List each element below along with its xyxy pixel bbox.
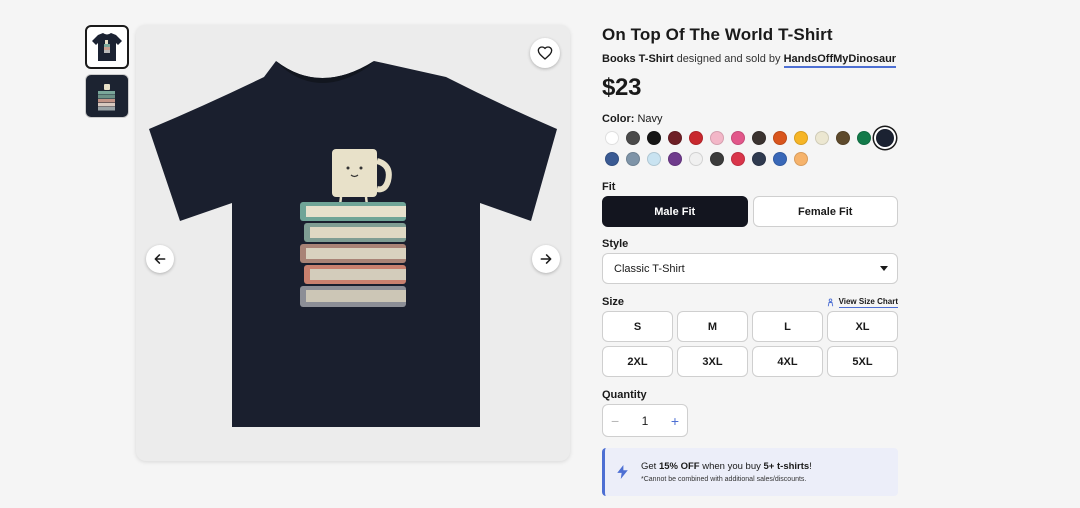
color-swatch[interactable]: [626, 131, 640, 145]
selected-color: Navy: [637, 113, 663, 125]
next-image-button[interactable]: [532, 245, 560, 273]
style-select-value: Classic T-Shirt: [614, 262, 685, 275]
size-l-button[interactable]: L: [752, 311, 823, 342]
color-swatch[interactable]: [794, 131, 808, 145]
product-type-link[interactable]: Books T-Shirt: [602, 53, 674, 65]
promo-main-text: Get 15% OFF when you buy 5+ t-shirts!: [641, 461, 812, 472]
color-swatch[interactable]: [794, 152, 808, 166]
promo-suffix: !: [809, 461, 812, 472]
color-swatch[interactable]: [815, 131, 829, 145]
promo-banner: Get 15% OFF when you buy 5+ t-shirts! *C…: [602, 448, 898, 496]
size-m-button[interactable]: M: [677, 311, 748, 342]
thumbnail-shirt[interactable]: [85, 25, 129, 69]
size-options: S M L XL 2XL 3XL 4XL 5XL: [602, 311, 898, 377]
byline-text: designed and sold by: [673, 53, 784, 65]
product-byline: Books T-Shirt designed and sold by Hands…: [602, 53, 898, 68]
thumbnail-list: [85, 25, 129, 123]
color-label: Color: Navy: [602, 113, 898, 125]
product-details: On Top Of The World T-Shirt Books T-Shir…: [602, 25, 898, 496]
caret-down-icon: [880, 266, 888, 271]
favorite-button[interactable]: [530, 38, 560, 68]
previous-image-button[interactable]: [146, 245, 174, 273]
color-label-text: Color:: [602, 113, 635, 125]
quantity-increase-button[interactable]: +: [671, 413, 679, 429]
color-swatch[interactable]: [752, 131, 766, 145]
color-swatch[interactable]: [710, 152, 724, 166]
color-swatch[interactable]: [605, 131, 619, 145]
color-swatch[interactable]: [731, 152, 745, 166]
thumbnail-design-image: [98, 84, 115, 111]
male-fit-button[interactable]: Male Fit: [602, 196, 748, 227]
color-swatch[interactable]: [876, 129, 894, 147]
fit-options: Male Fit Female Fit: [602, 196, 898, 227]
fit-label: Fit: [602, 181, 616, 193]
female-fit-button[interactable]: Female Fit: [752, 196, 898, 227]
size-header: Size View Size Chart: [602, 296, 898, 308]
color-swatch[interactable]: [857, 131, 871, 145]
product-image-gallery: [136, 25, 570, 461]
promo-threshold: 5+ t-shirts: [763, 461, 810, 472]
color-swatch[interactable]: [689, 152, 703, 166]
artist-link[interactable]: HandsOffMyDinosaur: [783, 53, 897, 68]
size-s-button[interactable]: S: [602, 311, 673, 342]
promo-prefix: Get: [641, 461, 659, 472]
color-swatch[interactable]: [773, 131, 787, 145]
size-3xl-button[interactable]: 3XL: [677, 346, 748, 377]
color-swatch[interactable]: [689, 131, 703, 145]
promo-middle: when you buy: [699, 461, 764, 472]
quantity-value[interactable]: 1: [642, 414, 649, 428]
product-image: [149, 61, 557, 427]
color-swatch[interactable]: [752, 152, 766, 166]
color-swatch[interactable]: [773, 152, 787, 166]
promo-text: Get 15% OFF when you buy 5+ t-shirts! *C…: [641, 461, 812, 483]
person-icon: [827, 297, 833, 306]
size-xl-button[interactable]: XL: [827, 311, 898, 342]
color-swatch[interactable]: [710, 131, 724, 145]
product-price: $23: [602, 74, 642, 101]
view-size-chart-text: View Size Chart: [838, 296, 898, 308]
color-swatch[interactable]: [626, 152, 640, 166]
lightning-icon: [617, 465, 628, 479]
color-swatch[interactable]: [668, 131, 682, 145]
color-swatch[interactable]: [836, 131, 850, 145]
quantity-label: Quantity: [602, 389, 647, 401]
thumbnail-shirt-image: [92, 33, 122, 61]
quantity-decrease-button[interactable]: −: [611, 413, 619, 429]
promo-discount: 15% OFF: [658, 461, 700, 472]
promo-note: *Cannot be combined with additional sale…: [641, 476, 807, 483]
size-2xl-button[interactable]: 2XL: [602, 346, 673, 377]
color-swatches: [605, 129, 898, 166]
color-swatch[interactable]: [605, 152, 619, 166]
view-size-chart-link[interactable]: View Size Chart: [826, 297, 898, 308]
size-label: Size: [602, 296, 625, 308]
heart-icon: [537, 46, 553, 60]
style-select[interactable]: Classic T-Shirt: [602, 253, 898, 284]
style-label: Style: [602, 238, 629, 250]
quantity-stepper: − 1 +: [602, 404, 688, 437]
size-5xl-button[interactable]: 5XL: [827, 346, 898, 377]
color-swatch[interactable]: [668, 152, 682, 166]
product-title: On Top Of The World T-Shirt: [602, 25, 833, 44]
color-swatch[interactable]: [647, 152, 661, 166]
thumbnail-design[interactable]: [85, 74, 129, 118]
arrow-left-icon: [154, 254, 166, 264]
arrow-right-icon: [540, 254, 552, 264]
color-swatch[interactable]: [647, 131, 661, 145]
size-4xl-button[interactable]: 4XL: [752, 346, 823, 377]
color-swatch[interactable]: [731, 131, 745, 145]
